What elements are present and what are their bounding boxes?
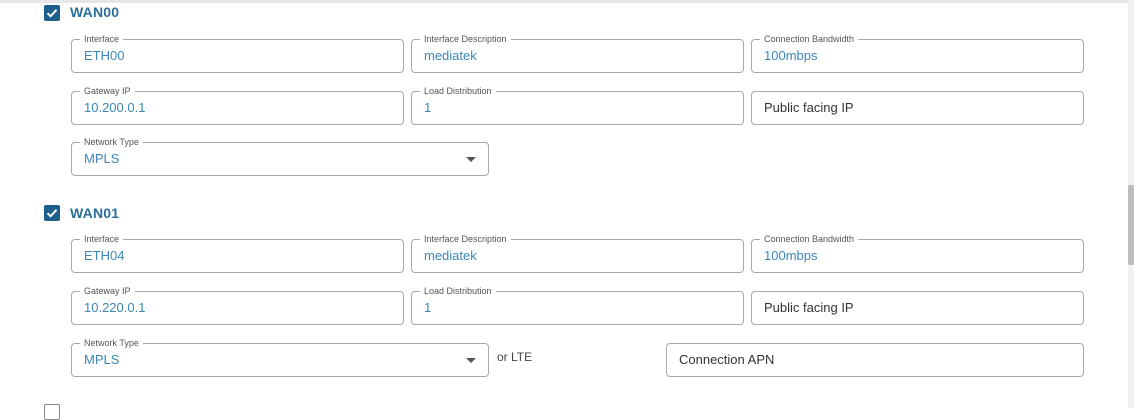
- field-value: ETH04: [84, 248, 125, 263]
- field-value: 1: [424, 300, 432, 315]
- field-value: MPLS: [84, 352, 120, 367]
- field-value: mediatek: [424, 248, 477, 263]
- chevron-down-icon[interactable]: [466, 358, 476, 363]
- wan00-network-type-select[interactable]: Network Type MPLS: [71, 137, 489, 176]
- wan00-public-ip-field[interactable]: Public facing IP: [751, 91, 1084, 125]
- checkmark-icon: [46, 209, 58, 218]
- chevron-down-icon[interactable]: [466, 157, 476, 162]
- field-value: 100mbps: [764, 48, 818, 63]
- top-divider: [0, 0, 1134, 3]
- wan00-connection-bandwidth-field[interactable]: Connection Bandwidth 100mbps: [751, 34, 1084, 73]
- field-value: ETH00: [84, 48, 125, 63]
- wan01-interface-field[interactable]: Interface ETH04: [71, 234, 404, 273]
- wan00-gateway-ip-field[interactable]: Gateway IP 10.200.0.1: [71, 86, 404, 125]
- wan00-interface-description-field[interactable]: Interface Description mediatek: [411, 34, 744, 73]
- wan00-load-distribution-field[interactable]: Load Distribution 1: [411, 86, 744, 125]
- field-value: 10.220.0.1: [84, 300, 146, 315]
- wan01-checkbox[interactable]: [44, 205, 60, 221]
- field-placeholder: Public facing IP: [764, 100, 854, 115]
- field-value: 100mbps: [764, 248, 818, 263]
- wan01-public-ip-field[interactable]: Public facing IP: [751, 291, 1084, 325]
- field-value: 10.200.0.1: [84, 100, 146, 115]
- wan01-interface-description-field[interactable]: Interface Description mediatek: [411, 234, 744, 273]
- wan00-checkbox[interactable]: [44, 5, 60, 21]
- field-placeholder: Public facing IP: [764, 300, 854, 315]
- wan01-gateway-ip-field[interactable]: Gateway IP 10.220.0.1: [71, 286, 404, 325]
- field-placeholder: Connection APN: [679, 352, 775, 367]
- wan00-interface-field[interactable]: Interface ETH00: [71, 34, 404, 73]
- checkmark-icon: [46, 9, 58, 18]
- wan00-title: WAN00: [70, 4, 120, 20]
- scrollbar-thumb[interactable]: [1128, 185, 1134, 265]
- field-value: 1: [424, 100, 432, 115]
- field-value: MPLS: [84, 151, 120, 166]
- wan01-title: WAN01: [70, 205, 120, 221]
- field-label: Load Distribution: [420, 286, 496, 297]
- field-value: mediatek: [424, 48, 477, 63]
- wan01-connection-bandwidth-field[interactable]: Connection Bandwidth 100mbps: [751, 234, 1084, 273]
- wan01-connection-apn-field[interactable]: Connection APN: [666, 343, 1084, 377]
- field-label: Load Distribution: [420, 86, 496, 97]
- wan01-network-type-select[interactable]: Network Type MPLS: [71, 338, 489, 377]
- or-lte-label: or LTE: [497, 350, 533, 364]
- wan02-checkbox[interactable]: [44, 404, 60, 420]
- wan01-load-distribution-field[interactable]: Load Distribution 1: [411, 286, 744, 325]
